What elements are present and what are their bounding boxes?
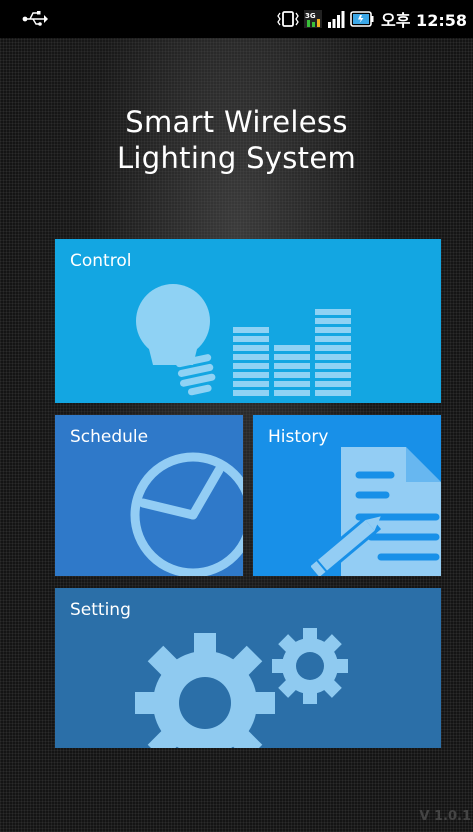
control-label: Control [70, 251, 132, 271]
network-3g-icon: 3G [304, 10, 323, 28]
setting-label: Setting [70, 600, 131, 620]
app-title-line-1: Smart Wireless [125, 105, 348, 139]
vibrate-icon [277, 11, 299, 27]
status-icons: 3G 오후 12:58 [277, 8, 467, 30]
setting-tile[interactable]: Setting [55, 588, 441, 748]
history-tile[interactable]: History [253, 415, 441, 576]
gears-icon [135, 628, 348, 748]
history-label: History [268, 427, 329, 447]
usb-icon [22, 11, 48, 26]
app-title: Smart Wireless Lighting System [0, 104, 473, 176]
app-title-line-2: Lighting System [116, 141, 357, 175]
status-bar: 3G 오후 12:58 [0, 0, 473, 38]
lightbulb-equalizer-icon [136, 284, 351, 396]
document-pencil-icon [311, 447, 441, 576]
version-label: V 1.0.1 [419, 809, 471, 824]
clock-icon [130, 452, 243, 576]
schedule-tile[interactable]: Schedule [55, 415, 243, 576]
svg-text:3G: 3G [305, 12, 316, 20]
signal-icon [328, 11, 345, 28]
schedule-label: Schedule [70, 427, 149, 447]
battery-icon [350, 11, 374, 27]
control-tile[interactable]: Control [55, 239, 441, 403]
clock: 오후 12:58 [381, 11, 467, 30]
